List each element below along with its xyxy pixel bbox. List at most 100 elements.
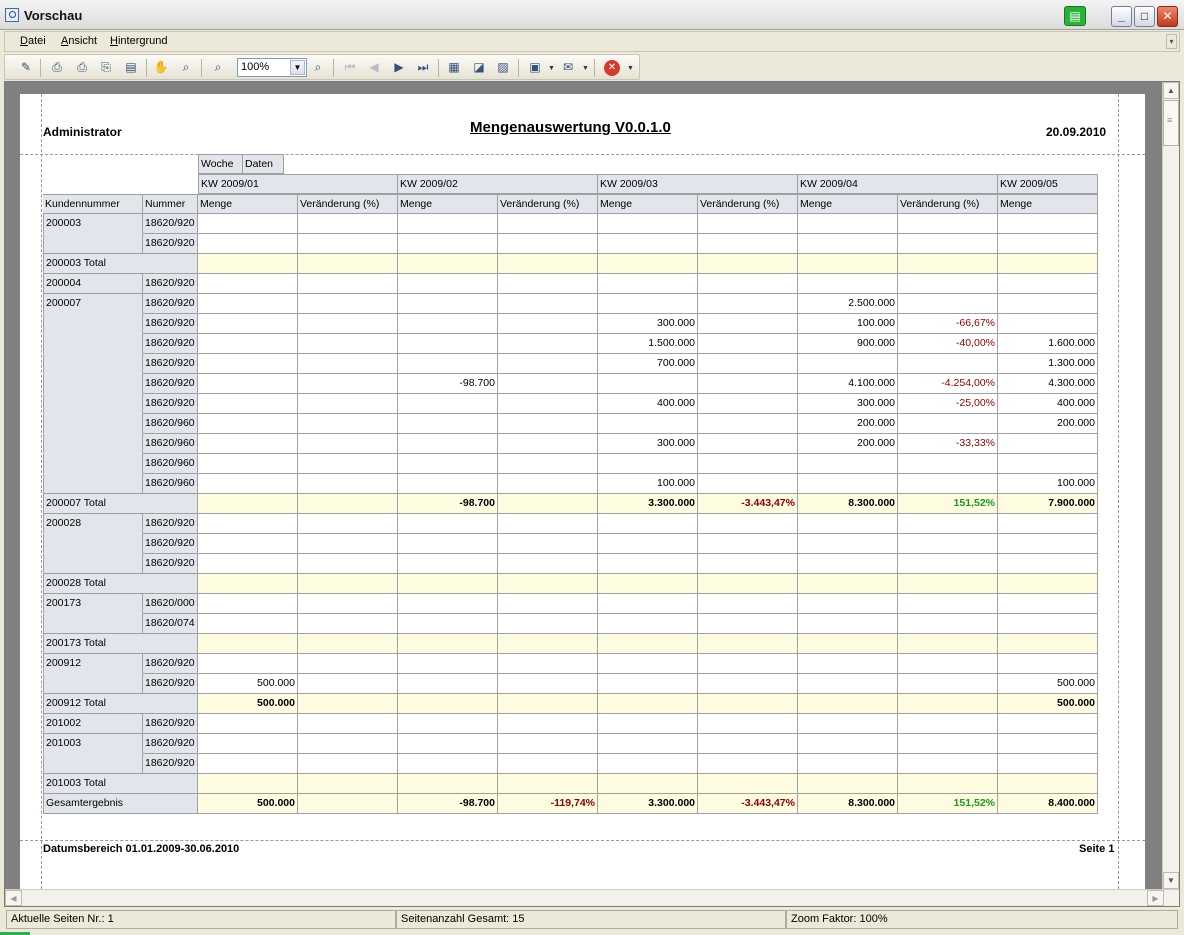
table-cell <box>498 394 598 414</box>
table-cell <box>698 434 798 454</box>
table-cell <box>898 254 998 274</box>
print-icon[interactable]: ⎙ <box>73 59 91 76</box>
table-cell <box>398 254 498 274</box>
table-cell <box>198 554 298 574</box>
hand-icon[interactable]: ✋ <box>152 59 170 76</box>
table-cell <box>698 774 798 794</box>
table-cell <box>498 714 598 734</box>
prev-page-icon[interactable]: ◀ <box>365 59 383 76</box>
scroll-left-icon[interactable]: ◀ <box>5 890 22 906</box>
table-cell <box>898 414 998 434</box>
menu-ansicht[interactable]: Ansicht <box>61 35 97 47</box>
scroll-right-icon[interactable]: ▶ <box>1147 890 1164 906</box>
last-page-icon[interactable]: ⏭ <box>414 59 432 76</box>
table-cell <box>698 394 798 414</box>
printer-icon[interactable]: ▤ <box>1064 6 1086 26</box>
edit-icon[interactable]: ✎ <box>17 59 35 76</box>
scroll-thumb[interactable] <box>1163 100 1179 146</box>
table-cell <box>898 774 998 794</box>
zoom-out-icon[interactable]: ⌕ <box>209 59 227 76</box>
watermark-icon[interactable]: ▨ <box>494 59 512 76</box>
margin-guide <box>1118 94 1119 894</box>
chevron-down-icon[interactable]: ▼ <box>290 60 305 75</box>
scroll-down-icon[interactable]: ▼ <box>1163 872 1179 889</box>
table-cell <box>398 314 498 334</box>
customer-number-cell <box>43 434 143 454</box>
item-number-cell: 18620/920 <box>143 274 198 294</box>
table-cell <box>298 594 398 614</box>
table-cell <box>398 674 498 694</box>
save-icon[interactable]: ▣ <box>526 59 544 76</box>
status-zoom: Zoom Faktor: 100% <box>786 910 1178 929</box>
zoom-in-icon[interactable]: ⌕ <box>309 59 327 76</box>
total-row-label: 200028 Total <box>43 574 198 594</box>
table-cell: -66,67% <box>898 314 998 334</box>
table-cell <box>398 394 498 414</box>
chevron-down-icon[interactable]: ▾ <box>1166 34 1177 49</box>
vertical-scrollbar[interactable]: ▲ ▼ <box>1162 82 1179 890</box>
menu-datei[interactable]: Datei <box>20 35 46 47</box>
customer-number-cell <box>43 234 143 254</box>
preview-area[interactable]: Administrator Mengenauswertung V0.0.1.0 … <box>4 81 1180 907</box>
table-cell <box>298 534 398 554</box>
table-cell: 500.000 <box>998 694 1098 714</box>
chevron-down-icon[interactable]: ▼ <box>548 65 555 72</box>
layout-icon[interactable]: ▦ <box>445 59 463 76</box>
customer-number-cell: 201003 <box>43 734 143 754</box>
table-cell <box>898 614 998 634</box>
table-cell <box>498 654 598 674</box>
background-icon[interactable]: ◪ <box>470 59 488 76</box>
total-row-label: 200173 Total <box>43 634 198 654</box>
scroll-up-icon[interactable]: ▲ <box>1163 82 1179 99</box>
zoom-select[interactable]: 100% ▼ <box>237 58 307 77</box>
toolbar-separator <box>518 59 519 77</box>
table-cell <box>998 294 1098 314</box>
table-cell <box>698 414 798 434</box>
footer-date-range: Datumsbereich 01.01.2009-30.06.2010 <box>43 843 240 855</box>
table-cell <box>798 454 898 474</box>
maximize-button[interactable]: □ <box>1134 6 1155 27</box>
chevron-down-icon[interactable]: ▼ <box>627 65 634 72</box>
table-cell <box>698 374 798 394</box>
table-cell <box>898 734 998 754</box>
table-cell <box>898 214 998 234</box>
table-cell <box>398 334 498 354</box>
table-cell <box>198 654 298 674</box>
table-cell <box>998 514 1098 534</box>
total-row-label: 200003 Total <box>43 254 198 274</box>
email-icon[interactable]: ✉ <box>559 59 577 76</box>
chevron-down-icon[interactable]: ▼ <box>582 65 589 72</box>
table-cell <box>998 314 1098 334</box>
export-icon[interactable]: ⎘ <box>97 59 115 76</box>
report-date: 20.09.2010 <box>1046 125 1107 139</box>
table-cell <box>498 734 598 754</box>
table-cell <box>198 454 298 474</box>
horizontal-scrollbar[interactable]: ◀ ▶ <box>5 889 1179 906</box>
minimize-button[interactable]: _ <box>1111 6 1132 27</box>
table-cell <box>698 474 798 494</box>
table-cell <box>298 294 398 314</box>
table-cell <box>698 454 798 474</box>
menu-hintergrund[interactable]: Hintergrund <box>110 35 168 47</box>
table-cell <box>398 274 498 294</box>
table-cell <box>298 674 398 694</box>
next-page-icon[interactable]: ▶ <box>390 59 408 76</box>
page-setup-icon[interactable]: ⎙ <box>48 59 66 76</box>
toolbar: ✎ ⎙ ⎙ ⎘ ▤ ✋ ⌕ ⌕ 100% ▼ ⌕ ⏮ ◀ ▶ ⏭ ▦ ◪ ▨ ▣… <box>4 54 640 80</box>
customer-number-cell: 201002 <box>43 714 143 734</box>
close-window-button[interactable]: ✕ <box>1157 6 1178 27</box>
customer-number-cell <box>43 374 143 394</box>
close-icon[interactable]: ✕ <box>604 60 620 76</box>
table-cell: 500.000 <box>198 694 298 714</box>
table-cell <box>998 254 1098 274</box>
table-cell: 100.000 <box>598 474 698 494</box>
title-bar[interactable]: Vorschau ▤ _ □ ✕ <box>0 0 1184 30</box>
table-cell: -119,74% <box>498 794 598 814</box>
table-cell <box>598 634 698 654</box>
first-page-icon[interactable]: ⏮ <box>341 59 359 76</box>
table-cell <box>998 554 1098 574</box>
table-cell <box>598 614 698 634</box>
magnifier-icon[interactable]: ⌕ <box>177 59 195 76</box>
table-cell <box>298 354 398 374</box>
page-view-icon[interactable]: ▤ <box>122 59 140 76</box>
